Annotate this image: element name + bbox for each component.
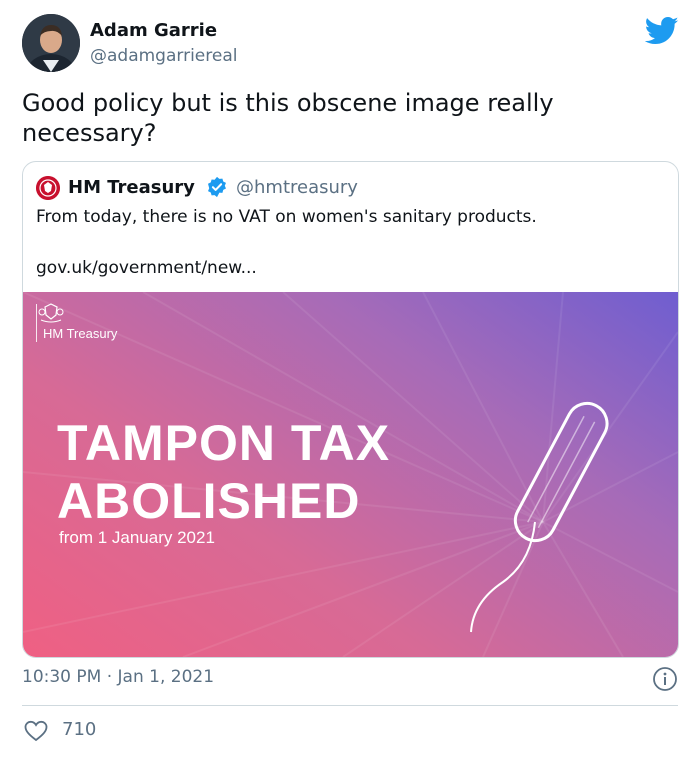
- quoted-tweet[interactable]: HM Treasury @hmtreasury From today, ther…: [22, 161, 679, 658]
- tweet-card: Adam Garrie @adamgarriereal Good policy …: [0, 0, 700, 759]
- quoted-tweet-link[interactable]: gov.uk/government/new...: [36, 258, 257, 278]
- verified-badge-icon: [208, 176, 226, 198]
- tampon-illustration: [470, 401, 609, 633]
- image-brand-label: HM Treasury: [43, 326, 118, 341]
- tweet-timestamp[interactable]: 10:30 PM · Jan 1, 2021: [22, 667, 214, 687]
- like-count[interactable]: 710: [62, 719, 96, 740]
- divider: [22, 705, 678, 706]
- twitter-logo-icon[interactable]: [645, 16, 679, 46]
- hm-treasury-avatar[interactable]: [36, 176, 60, 200]
- image-headline-line1: TAMPON TAX: [57, 415, 391, 471]
- quoted-tweet-text: From today, there is no VAT on women's s…: [36, 207, 537, 227]
- quoted-author-handle[interactable]: @hmtreasury: [236, 177, 358, 198]
- author-name[interactable]: Adam Garrie: [90, 20, 217, 41]
- quoted-author-name[interactable]: HM Treasury: [68, 177, 195, 198]
- avatar[interactable]: [22, 14, 80, 72]
- author-handle[interactable]: @adamgarriereal: [90, 46, 237, 66]
- heart-icon[interactable]: [24, 720, 48, 742]
- quoted-tweet-image[interactable]: HM Treasury TAMPON TAX ABOLISHED from 1 …: [23, 292, 678, 657]
- info-icon[interactable]: [652, 666, 678, 692]
- image-subline: from 1 January 2021: [59, 528, 215, 547]
- tweet-text: Good policy but is this obscene image re…: [22, 89, 554, 147]
- image-headline-line2: ABOLISHED: [57, 473, 361, 529]
- image-headline: TAMPON TAX ABOLISHED: [57, 414, 390, 530]
